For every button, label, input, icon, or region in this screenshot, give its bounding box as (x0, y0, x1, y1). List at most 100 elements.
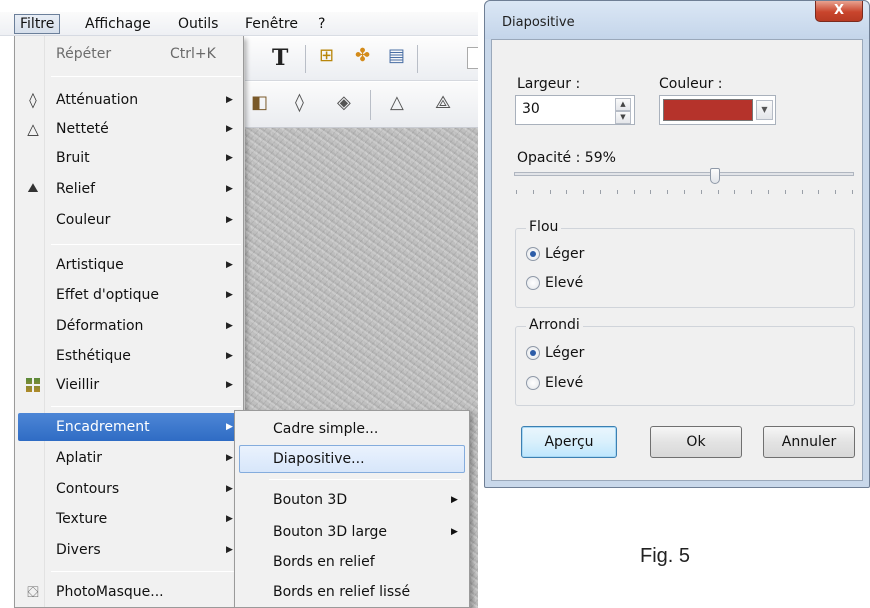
submenu-item-cadre-simple[interactable]: Cadre simple... (239, 415, 465, 443)
color-swatch[interactable] (663, 99, 753, 121)
frame-submenu: Cadre simple... Diapositive... Bouton 3D… (234, 410, 470, 608)
slider-tick (852, 190, 853, 194)
submenu-item-bouton-3d[interactable]: Bouton 3D ▶ (239, 486, 465, 514)
sharpen-more-filter-icon[interactable]: ⟁ (435, 92, 451, 113)
toolbar-field-edge[interactable] (467, 47, 478, 69)
menu-item-label: Bruit (56, 150, 90, 166)
menu-item-label: Répéter (56, 46, 112, 62)
slider-tick (835, 190, 837, 194)
toolbar-separator (370, 90, 371, 120)
menu-item-photomasque[interactable]: ⛋ PhotoMasque... (17, 578, 242, 606)
menu-item-label: Couleur (56, 212, 111, 228)
submenu-arrow-icon: ▶ (226, 453, 233, 463)
menu-help[interactable]: ? (313, 14, 330, 34)
menu-item-label: Aplatir (56, 450, 103, 466)
slider-tick (516, 190, 517, 194)
menu-item-esthetique[interactable]: Esthétique ▶ (17, 342, 242, 370)
submenu-item-bords-relief[interactable]: Bords en relief (239, 548, 465, 576)
toolbar-filters: ◧ ◊ ◈ △ ⟁ (245, 82, 478, 128)
submenu-item-diapositive[interactable]: Diapositive... (239, 445, 465, 473)
menu-item-encadrement[interactable]: Encadrement ▶ (18, 413, 239, 441)
puzzle-icon[interactable]: ✤ (355, 45, 370, 66)
slider-tick (768, 190, 769, 194)
menu-item-label: Artistique (56, 257, 124, 273)
color-label: Couleur : (659, 76, 723, 92)
menu-item-label: Contours (56, 481, 120, 497)
ok-button[interactable]: Ok (650, 426, 742, 458)
dialog-titlebar[interactable]: Diapositive X (485, 1, 869, 39)
filter-menu: Répéter Ctrl+K ◊ Atténuation ▶ △ Netteté… (14, 36, 244, 608)
submenu-arrow-icon: ▶ (226, 153, 233, 163)
diapositive-dialog: Diapositive X Largeur : Couleur : 30 ▲ ▼… (484, 0, 870, 488)
menu-item-label: Texture (56, 511, 108, 527)
menu-affichage[interactable]: Affichage (80, 14, 156, 34)
menu-item-divers[interactable]: Divers ▶ (17, 536, 242, 564)
chevron-down-icon[interactable]: ▼ (756, 100, 773, 120)
radio-selected-icon (526, 346, 540, 360)
menu-item-label: PhotoMasque... (56, 584, 164, 600)
blur-group: Flou Léger Elevé (515, 219, 855, 308)
submenu-arrow-icon: ▶ (226, 514, 233, 524)
sharpen-filter-icon[interactable]: △ (390, 92, 404, 113)
radio-label: Léger (545, 246, 585, 262)
menu-filtre[interactable]: Filtre (14, 14, 61, 34)
menu-item-label: Effet d'optique (56, 287, 159, 303)
menu-outils[interactable]: Outils (173, 14, 223, 34)
submenu-arrow-icon: ▶ (226, 290, 233, 300)
cancel-button[interactable]: Annuler (763, 426, 855, 458)
blur-filter-icon[interactable]: ◊ (295, 92, 304, 113)
menu-item-effet-optique[interactable]: Effet d'optique ▶ (17, 281, 242, 309)
submenu-arrow-icon: ▶ (226, 321, 233, 331)
radio-unselected-icon (526, 276, 540, 290)
width-input[interactable]: 30 (522, 101, 540, 117)
spin-up-icon[interactable]: ▲ (615, 98, 631, 111)
width-spinner[interactable]: 30 ▲ ▼ (515, 95, 635, 125)
tree-icon[interactable]: ⊞ (319, 45, 334, 66)
toolbar-separator (305, 45, 306, 73)
menu-item-vieillir[interactable]: Vieillir ▶ (17, 371, 242, 399)
menu-item-bruit[interactable]: Bruit ▶ (17, 144, 242, 172)
menu-item-repeter[interactable]: Répéter Ctrl+K (17, 40, 242, 68)
radio-unselected-icon (526, 376, 540, 390)
menu-item-contours[interactable]: Contours ▶ (17, 475, 242, 503)
rounding-group-title: Arrondi (526, 317, 583, 333)
menu-fenetre[interactable]: Fenêtre (240, 14, 303, 34)
menu-item-nettete[interactable]: △ Netteté ▶ (17, 115, 242, 143)
rounding-group: Arrondi Léger Elevé (515, 317, 855, 406)
submenu-arrow-icon: ▶ (226, 184, 233, 194)
close-button[interactable]: X (815, 1, 863, 22)
slider-tick (684, 190, 685, 194)
spin-down-icon[interactable]: ▼ (615, 111, 631, 124)
dialog-client: Largeur : Couleur : 30 ▲ ▼ ▼ Opacité : 5… (491, 39, 863, 481)
radio-label: Léger (545, 345, 585, 361)
submenu-item-bords-relief-lisse[interactable]: Bords en relief lissé (239, 578, 465, 606)
color-picker[interactable]: ▼ (659, 95, 776, 125)
radio-label: Elevé (545, 375, 584, 391)
opacity-slider-track[interactable] (514, 172, 854, 176)
menu-item-attenuation[interactable]: ◊ Atténuation ▶ (17, 86, 242, 114)
blur-more-filter-icon[interactable]: ◈ (337, 92, 351, 113)
menu-item-texture[interactable]: Texture ▶ (17, 505, 242, 533)
menu-item-couleur[interactable]: Couleur ▶ (17, 206, 242, 234)
menu-item-label: Vieillir (56, 377, 100, 393)
submenu-arrow-icon: ▶ (226, 215, 233, 225)
menu-separator (51, 244, 241, 245)
text-tool-icon[interactable]: T (272, 45, 288, 71)
slider-tick (734, 190, 736, 194)
preview-button[interactable]: Aperçu (521, 426, 617, 458)
toolbar-separator (417, 45, 418, 73)
menu-item-aplatir[interactable]: Aplatir ▶ (17, 444, 242, 472)
frame-filter-icon[interactable]: ◧ (251, 92, 268, 113)
opacity-slider-thumb[interactable] (709, 168, 720, 184)
blur-group-title: Flou (526, 219, 562, 235)
menu-item-deformation[interactable]: Déformation ▶ (17, 312, 242, 340)
submenu-item-label: Bouton 3D large (273, 524, 388, 540)
submenu-item-bouton-3d-large[interactable]: Bouton 3D large ▶ (239, 518, 465, 546)
window-icon[interactable]: ▤ (388, 45, 405, 66)
menu-item-artistique[interactable]: Artistique ▶ (17, 251, 242, 279)
app-window: Filtre Affichage Outils Fenêtre ? T ⊞ ✤ … (0, 0, 478, 608)
shortcut-label: Ctrl+K (170, 46, 216, 62)
slider-tick (566, 190, 568, 194)
slider-tick (600, 190, 601, 194)
menu-item-relief[interactable]: ⛰ Relief ▶ (17, 175, 242, 203)
